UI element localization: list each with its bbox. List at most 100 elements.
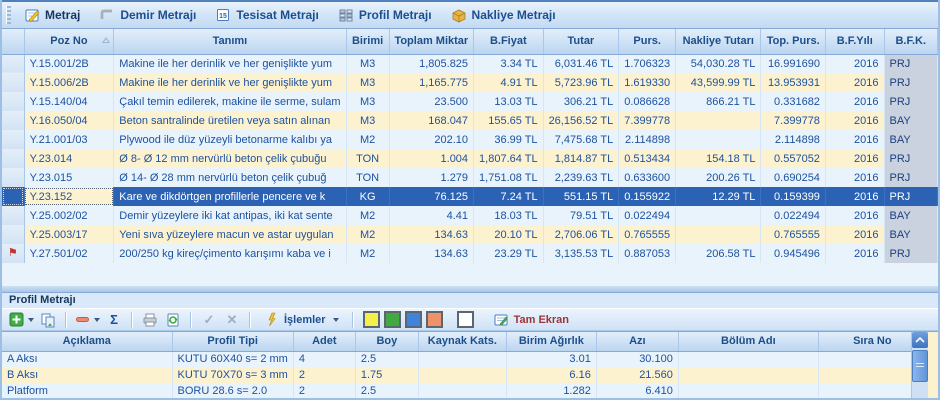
cell-bfk[interactable]: BAY [884,206,938,225]
cell-tip[interactable]: BORU 28.6 s= 2.0 [172,383,293,398]
remove-row-button[interactable] [74,311,101,329]
cell-birim[interactable]: M2 [346,244,389,263]
cell-poz[interactable]: Y.25.002/02 [24,206,114,225]
cell-bfiyat[interactable]: 18.03 TL [474,206,544,225]
cell-bfk[interactable]: PRJ [884,244,938,263]
cell-poz[interactable]: Y.23.015 [24,168,114,187]
cell-tanim[interactable]: Beton santralinde üretilen veya satın al… [114,111,346,130]
sum-button[interactable]: Σ [104,311,124,329]
cell-tip[interactable]: KUTU 60X40 s= 2 mm [172,351,293,367]
cell-kaynak[interactable] [418,351,506,367]
cell-bfiyat[interactable]: 3.34 TL [474,54,544,73]
cell-purs[interactable]: 0.633600 [619,168,676,187]
row-indicator-cell[interactable] [2,187,24,206]
cell-bolum[interactable] [678,383,818,398]
cell-poz[interactable]: Y.23.014 [24,149,114,168]
cell-tutar[interactable]: 7,475.68 TL [543,130,619,149]
table-row[interactable]: Y.15.001/2BMakine ile her derinlik ve he… [2,54,938,73]
cell-yil[interactable]: 2016 [825,225,884,244]
cell-poz[interactable]: Y.15.006/2B [24,73,114,92]
vertical-scrollbar[interactable] [911,332,928,398]
cell-tanim[interactable]: Makine ile her derinlik ve her genişlikt… [114,73,346,92]
cell-tanim[interactable]: Çakıl temin edilerek, makine ile serme, … [114,92,346,111]
column-header-poz[interactable]: Poz No [24,29,114,54]
tab-profil-metraji[interactable]: Profil Metrajı [332,5,441,25]
cell-bfiyat[interactable]: 1,751.08 TL [474,168,544,187]
cell-poz[interactable]: Y.23.152 [24,187,114,206]
cell-birim[interactable]: KG [346,187,389,206]
table-row[interactable]: PlatformBORU 28.6 s= 2.022.51.2826.4103 [2,383,926,398]
cell-birim[interactable]: M3 [346,92,389,111]
cell-miktar[interactable]: 76.125 [389,187,473,206]
cell-yil[interactable]: 2016 [825,111,884,130]
cell-kaynak[interactable] [418,367,506,383]
cell-bfiyat[interactable]: 36.99 TL [474,130,544,149]
print-button[interactable] [140,311,160,329]
cell-bfiyat[interactable]: 23.29 TL [474,244,544,263]
cell-toppurs[interactable]: 2.114898 [761,130,826,149]
cell-azi[interactable]: 21.560 [596,367,678,383]
cell-bfiyat[interactable]: 20.10 TL [474,225,544,244]
cell-adet[interactable]: 4 [293,351,355,367]
cell-purs[interactable]: 0.086628 [619,92,676,111]
row-indicator-cell[interactable] [2,111,24,130]
cell-tutar[interactable]: 2,706.06 TL [543,225,619,244]
cell-tutar[interactable]: 3,135.53 TL [543,244,619,263]
row-indicator-cell[interactable] [2,54,24,73]
cell-birim_agirlik[interactable]: 3.01 [506,351,596,367]
cell-poz[interactable]: Y.15.001/2B [24,54,114,73]
cell-birim[interactable]: M2 [346,130,389,149]
cell-toppurs[interactable]: 0.331682 [761,92,826,111]
cell-bfiyat[interactable]: 155.65 TL [474,111,544,130]
cell-tanim[interactable]: Demir yüzeylere iki kat antipas, iki kat… [114,206,346,225]
cell-kaynak[interactable] [418,383,506,398]
cell-birim[interactable]: TON [346,168,389,187]
cell-toppurs[interactable]: 0.557052 [761,149,826,168]
cell-nakliye[interactable]: 54,030.28 TL [676,54,761,73]
cell-poz[interactable]: Y.15.140/04 [24,92,114,111]
color-swatch-0[interactable] [363,311,380,328]
cell-yil[interactable]: 2016 [825,244,884,263]
cell-tanim[interactable]: 200/250 kg kireç/çimento karışımı kaba v… [114,244,346,263]
cell-tutar[interactable]: 5,723.96 TL [543,73,619,92]
table-row[interactable]: Y.15.006/2BMakine ile her derinlik ve he… [2,73,938,92]
cell-nakliye[interactable]: 206.58 TL [676,244,761,263]
cell-nakliye[interactable]: 866.21 TL [676,92,761,111]
cell-purs[interactable]: 1.706323 [619,54,676,73]
cell-boy[interactable]: 1.75 [355,367,418,383]
table-row[interactable]: Y.23.015Ø 14- Ø 28 mm nervürlü beton çel… [2,168,938,187]
column-header-birim_agirlik[interactable]: Birim Ağırlık [506,332,596,351]
row-indicator-cell[interactable] [2,73,24,92]
toolbar-grip-handle[interactable] [6,6,11,24]
confirm-button[interactable]: ✓ [199,311,219,329]
cell-purs[interactable]: 0.022494 [619,206,676,225]
cell-bolum[interactable] [678,351,818,367]
cell-toppurs[interactable]: 7.399778 [761,111,826,130]
scroll-up-button[interactable] [912,332,928,348]
cell-bfk[interactable]: BAY [884,111,938,130]
cell-poz[interactable]: Y.21.001/03 [24,130,114,149]
add-row-button[interactable] [8,311,35,329]
column-header-bfk[interactable]: B.F.K. [884,29,938,54]
cell-tutar[interactable]: 2,239.63 TL [543,168,619,187]
column-header-tanim[interactable]: Tanımı [114,29,346,54]
scrollbar-thumb[interactable] [912,350,928,382]
cancel-button[interactable]: ✕ [222,311,242,329]
column-header-tip[interactable]: Profil Tipi [172,332,293,351]
horizontal-splitter[interactable] [2,286,938,293]
row-indicator-cell[interactable]: ⚑ [2,244,24,263]
cell-bfk[interactable]: PRJ [884,168,938,187]
cell-tutar[interactable]: 551.15 TL [543,187,619,206]
cell-adet[interactable]: 2 [293,383,355,398]
cell-miktar[interactable]: 168.047 [389,111,473,130]
cell-azi[interactable]: 30.100 [596,351,678,367]
cell-nakliye[interactable]: 200.26 TL [676,168,761,187]
cell-miktar[interactable]: 134.63 [389,244,473,263]
cell-birim[interactable]: M3 [346,54,389,73]
cell-purs[interactable]: 0.887053 [619,244,676,263]
cell-toppurs[interactable]: 0.690254 [761,168,826,187]
cell-toppurs[interactable]: 0.945496 [761,244,826,263]
cell-miktar[interactable]: 134.63 [389,225,473,244]
row-indicator-cell[interactable] [2,225,24,244]
cell-miktar[interactable]: 4.41 [389,206,473,225]
